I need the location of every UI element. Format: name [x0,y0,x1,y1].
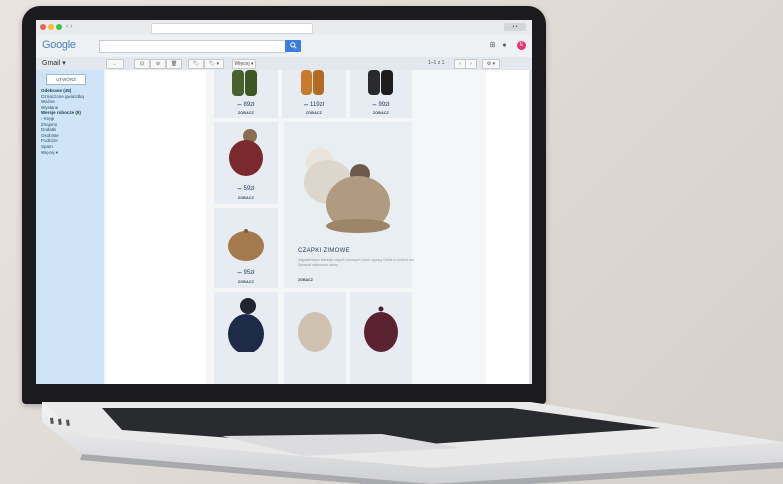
product-view-button[interactable]: ZOBACZ [350,111,412,115]
address-bar[interactable] [151,23,313,34]
featured-description: Najpiękniejsze kolekcje czapek zimowych,… [298,258,415,267]
gmail-sidebar: UTWÓRZ Odebrane (45) Oznaczone gwiazdką … [36,70,104,384]
page-count: 1–1 z 1 [428,60,445,66]
product-price: —89zł [237,102,255,108]
gmail-toolbar: Gmail ▾ ← ⊡ ⊘ 🗑 🏷 🏷 ▾ Więcej ▾ 1–1 z 1 ‹… [36,57,532,71]
black-gloves-image [368,70,393,95]
product-card[interactable]: —89zł ZOBACZ [214,70,278,118]
search-button[interactable] [285,40,301,52]
sidebar-item-more[interactable]: Więcej ▾ [41,150,84,156]
product-view-button[interactable]: ZOBACZ [214,111,278,115]
featured-hats-image [304,148,390,233]
avatar[interactable]: E [517,41,526,50]
laptop-screen: ‹ › • • Google ⊞ ● E Gmail ▾ ← ⊡ ⊘ 🗑 🏷 🏷… [36,20,532,384]
email-margin-left [106,70,206,384]
back-button[interactable]: ← [106,59,124,69]
browser-titlebar: ‹ › • • [36,20,532,36]
burgundy-hat-image [364,306,398,352]
product-card[interactable] [350,292,412,384]
product-card[interactable] [284,292,346,384]
email-body: —89zł ZOBACZ —119zł ZOBACZ —99zł ZOBACZ … [104,70,532,384]
product-card[interactable]: —99zł ZOBACZ [350,70,412,118]
scrollbar[interactable] [529,70,532,384]
delete-button[interactable]: 🗑 [166,59,182,69]
browser-nav-arrows-icon[interactable]: ‹ › [66,23,73,30]
product-price: —99zł [372,102,390,108]
more-button[interactable]: Więcej ▾ [232,59,256,69]
product-view-button[interactable]: ZOBACZ [214,280,278,284]
beige-hat-image [298,312,332,352]
featured-card[interactable]: CZAPKI ZIMOWE Najpiękniejsze kolekcje cz… [284,122,415,288]
email-margin-right [486,70,532,384]
maximize-window-button[interactable] [56,24,62,30]
laptop-scene: ‹ › • • Google ⊞ ● E Gmail ▾ ← ⊡ ⊘ 🗑 🏷 🏷… [0,0,783,484]
search-input[interactable] [99,40,286,53]
laptop-lid: ‹ › • • Google ⊞ ● E Gmail ▾ ← ⊡ ⊘ 🗑 🏷 🏷… [22,6,546,404]
labels-button[interactable]: 🏷 ▾ [204,59,224,69]
featured-view-button[interactable]: ZOBACZ [298,278,313,282]
product-card[interactable] [214,292,278,384]
apps-grid-icon[interactable]: ⊞ [489,42,496,49]
search-icon [289,42,297,49]
beret-image [228,229,264,261]
settings-button[interactable]: ⚙ ▾ [482,59,500,69]
laptop-base [42,402,783,484]
gmail-header: Google ⊞ ● E [36,35,532,57]
product-card[interactable]: —119zł ZOBACZ [282,70,346,118]
close-window-button[interactable] [40,24,46,30]
product-price: —95zł [237,270,255,276]
product-price: —59zł [237,186,255,192]
window-controls[interactable]: • • [504,23,526,31]
move-to-button[interactable]: 🏷 [188,59,204,69]
archive-button[interactable]: ⊡ [134,59,150,69]
notifications-icon[interactable]: ● [501,42,508,49]
green-gloves-image [232,70,257,96]
google-logo[interactable]: Google [42,39,76,51]
red-hat-image [229,129,263,176]
product-view-button[interactable]: ZOBACZ [214,196,278,200]
minimize-window-button[interactable] [48,24,54,30]
sidebar-nav: Odebrane (45) Oznaczone gwiazdką Ważne W… [41,88,84,155]
navy-hat-image [228,298,264,354]
product-view-button[interactable]: ZOBACZ [282,111,346,115]
report-spam-button[interactable]: ⊘ [150,59,166,69]
featured-title: CZAPKI ZIMOWE [298,248,350,254]
gmail-menu[interactable]: Gmail ▾ [42,59,66,67]
orange-gloves-image [301,70,324,95]
compose-button[interactable]: UTWÓRZ [46,74,86,85]
older-button[interactable]: › [465,59,477,69]
product-price: —119zł [304,102,324,108]
product-card[interactable]: —59zł ZOBACZ [214,122,278,204]
product-card[interactable]: —95zł ZOBACZ [214,208,278,288]
